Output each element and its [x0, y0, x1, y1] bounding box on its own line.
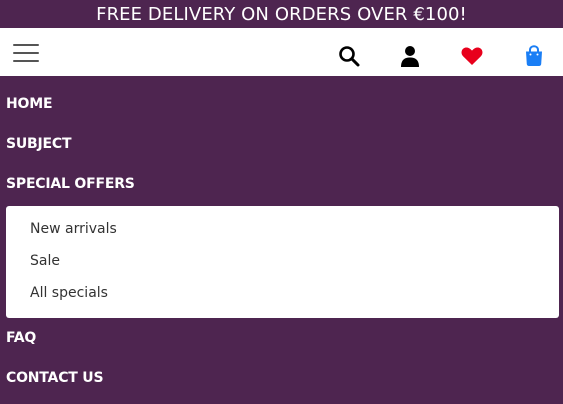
- account-icon[interactable]: [398, 44, 422, 68]
- hamburger-line: [13, 60, 39, 62]
- submenu-item-new-arrivals[interactable]: New arrivals: [30, 221, 117, 237]
- site-header: [0, 28, 563, 76]
- nav-faq[interactable]: FAQ: [6, 330, 36, 346]
- nav-subject[interactable]: SUBJECT: [6, 136, 72, 152]
- hamburger-line: [13, 52, 39, 54]
- special-offers-submenu: New arrivals Sale All specials: [6, 206, 559, 318]
- promo-banner: FREE DELIVERY ON ORDERS OVER €100!: [0, 0, 563, 28]
- nav-contact-us[interactable]: CONTACT US: [6, 370, 104, 386]
- submenu-item-all-specials[interactable]: All specials: [30, 285, 108, 301]
- nav-home[interactable]: HOME: [6, 96, 53, 112]
- hamburger-menu-icon[interactable]: [13, 43, 39, 63]
- submenu-item-sale[interactable]: Sale: [30, 253, 60, 269]
- search-icon[interactable]: [337, 44, 361, 68]
- heart-icon[interactable]: [460, 44, 484, 68]
- hamburger-line: [13, 44, 39, 46]
- shopping-bag-icon[interactable]: [522, 44, 546, 68]
- nav-special-offers[interactable]: SPECIAL OFFERS: [6, 176, 135, 192]
